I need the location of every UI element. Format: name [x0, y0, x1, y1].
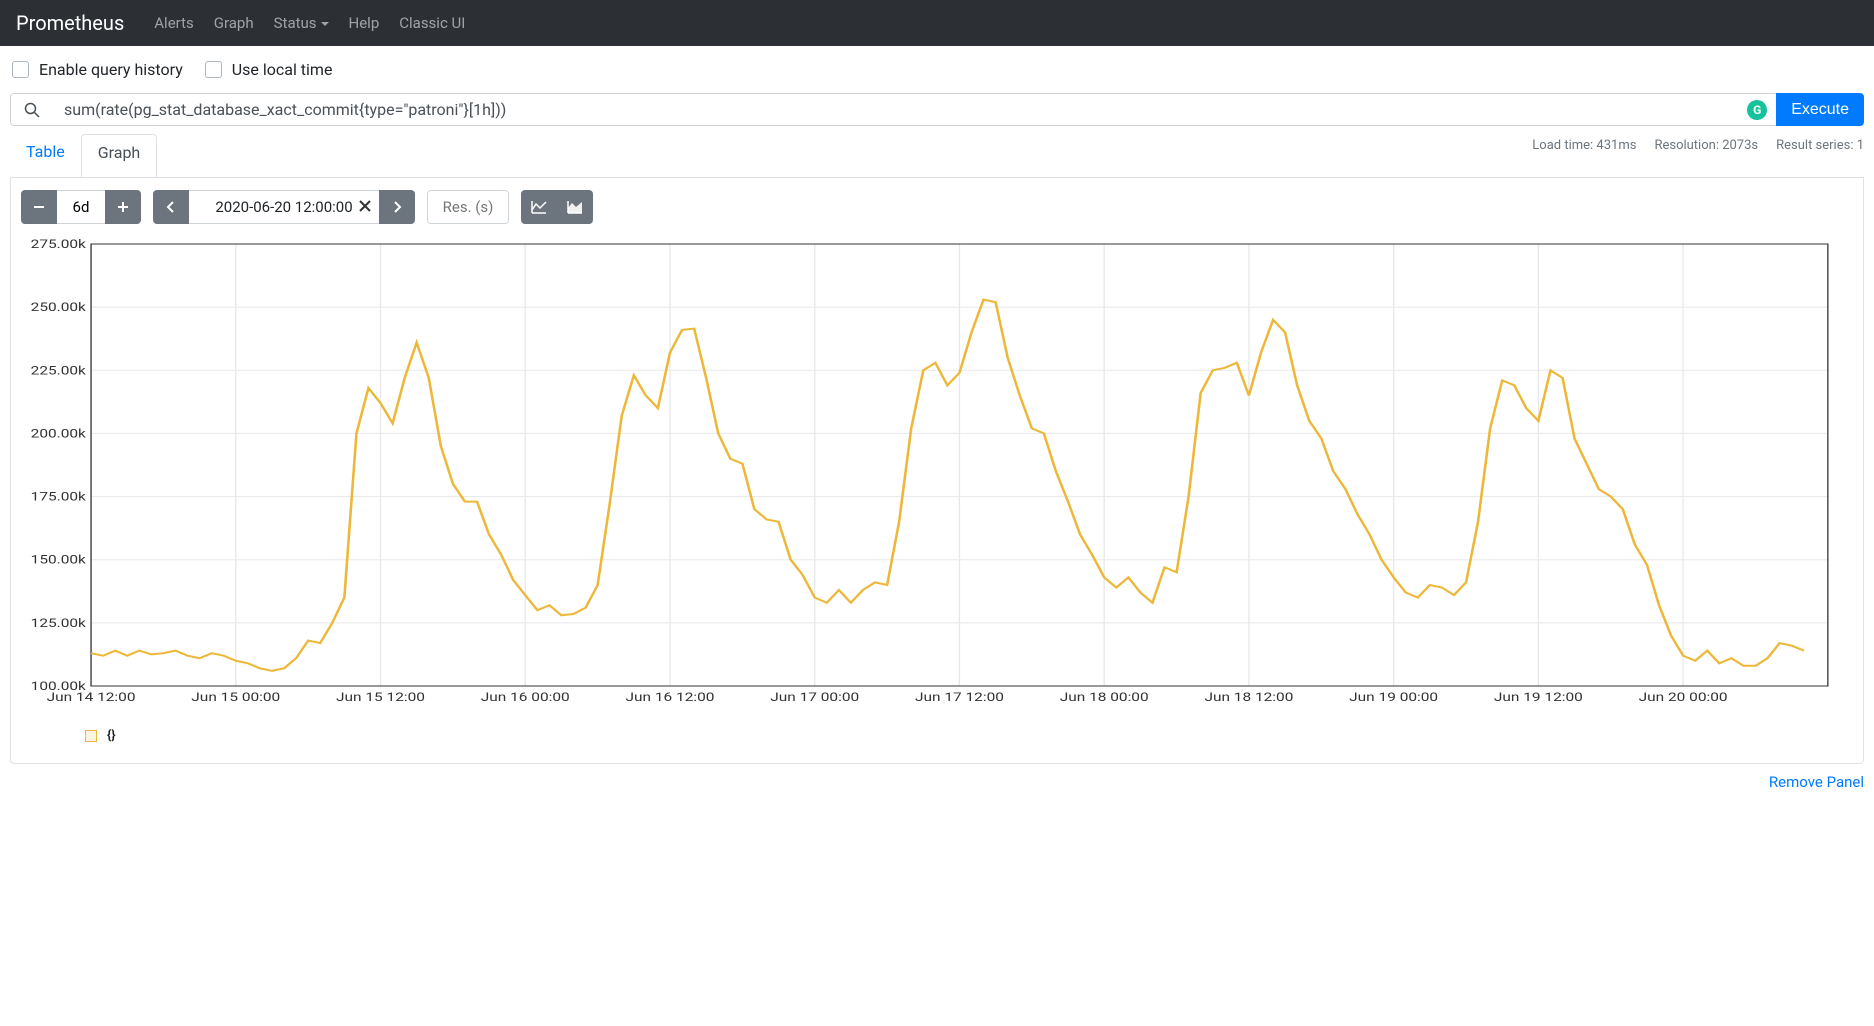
nav-classic-ui[interactable]: Classic UI [389, 6, 475, 40]
time-prev-button[interactable] [153, 190, 189, 224]
stacked-chart-button[interactable] [557, 190, 593, 224]
remove-panel-link[interactable]: Remove Panel [1769, 773, 1864, 791]
svg-text:Jun 17 12:00: Jun 17 12:00 [915, 691, 1004, 705]
search-icon [10, 93, 52, 126]
time-next-button[interactable] [379, 190, 415, 224]
svg-text:Jun 14 12:00: Jun 14 12:00 [47, 691, 136, 705]
svg-text:Jun 19 12:00: Jun 19 12:00 [1494, 691, 1583, 705]
options-row: Enable query history Use local time [0, 46, 1874, 93]
expression-input[interactable] [52, 93, 1738, 126]
svg-text:275.00k: 275.00k [31, 238, 86, 251]
svg-text:Jun 18 12:00: Jun 18 12:00 [1204, 691, 1293, 705]
resolution-input[interactable] [427, 190, 509, 224]
range-increase-button[interactable] [105, 190, 141, 224]
svg-text:Jun 17 00:00: Jun 17 00:00 [770, 691, 859, 705]
svg-text:225.00k: 225.00k [31, 364, 86, 378]
svg-text:Jun 18 00:00: Jun 18 00:00 [1060, 691, 1149, 705]
query-bar: G Execute [10, 93, 1864, 126]
time-clear-button[interactable] [359, 198, 371, 216]
svg-text:150.00k: 150.00k [31, 553, 86, 567]
local-time-label: Use local time [232, 60, 333, 79]
svg-text:Jun 16 12:00: Jun 16 12:00 [626, 691, 715, 705]
enable-history-label: Enable query history [39, 60, 183, 79]
execute-button[interactable]: Execute [1776, 93, 1864, 126]
svg-text:Jun 16 00:00: Jun 16 00:00 [481, 691, 570, 705]
time-input[interactable]: 2020-06-20 12:00:00 [215, 198, 352, 216]
grammarly-icon: G [1738, 93, 1776, 126]
line-chart-button[interactable] [521, 190, 557, 224]
tab-graph[interactable]: Graph [81, 134, 158, 178]
local-time-checkbox[interactable] [205, 61, 222, 78]
nav-status-dropdown[interactable]: Status [264, 6, 339, 40]
graph-panel: 2020-06-20 12:00:00 100.00k125.00k150.00… [10, 177, 1864, 764]
svg-text:Jun 19 00:00: Jun 19 00:00 [1349, 691, 1438, 705]
nav-alerts[interactable]: Alerts [144, 6, 204, 40]
brand-link[interactable]: Prometheus [16, 11, 124, 35]
query-stats: Load time: 431ms Resolution: 2073s Resul… [1532, 134, 1864, 178]
legend-swatch[interactable] [85, 730, 97, 742]
svg-text:Jun 15 12:00: Jun 15 12:00 [336, 691, 425, 705]
svg-text:200.00k: 200.00k [31, 427, 86, 441]
tab-table[interactable]: Table [10, 134, 81, 178]
range-decrease-button[interactable] [21, 190, 57, 224]
chart-svg: 100.00k125.00k150.00k175.00k200.00k225.0… [19, 238, 1833, 708]
stat-loadtime: Load time: 431ms [1532, 138, 1636, 153]
tabs: Table Graph [10, 134, 157, 178]
enable-history-checkbox[interactable] [12, 61, 29, 78]
nav-graph[interactable]: Graph [204, 6, 264, 40]
range-input[interactable] [57, 190, 105, 224]
navbar: Prometheus Alerts Graph Status Help Clas… [0, 0, 1874, 46]
legend-label: {} [107, 728, 116, 743]
svg-text:250.00k: 250.00k [31, 301, 86, 315]
svg-text:125.00k: 125.00k [31, 616, 86, 630]
legend: {} [11, 718, 1863, 763]
svg-text:Jun 20 00:00: Jun 20 00:00 [1639, 691, 1728, 705]
nav-help[interactable]: Help [339, 6, 390, 40]
svg-text:Jun 15 00:00: Jun 15 00:00 [191, 691, 280, 705]
stat-resolution: Resolution: 2073s [1654, 138, 1758, 153]
graph-controls: 2020-06-20 12:00:00 [11, 178, 1863, 232]
stat-series: Result series: 1 [1776, 138, 1864, 153]
svg-text:175.00k: 175.00k [31, 490, 86, 504]
